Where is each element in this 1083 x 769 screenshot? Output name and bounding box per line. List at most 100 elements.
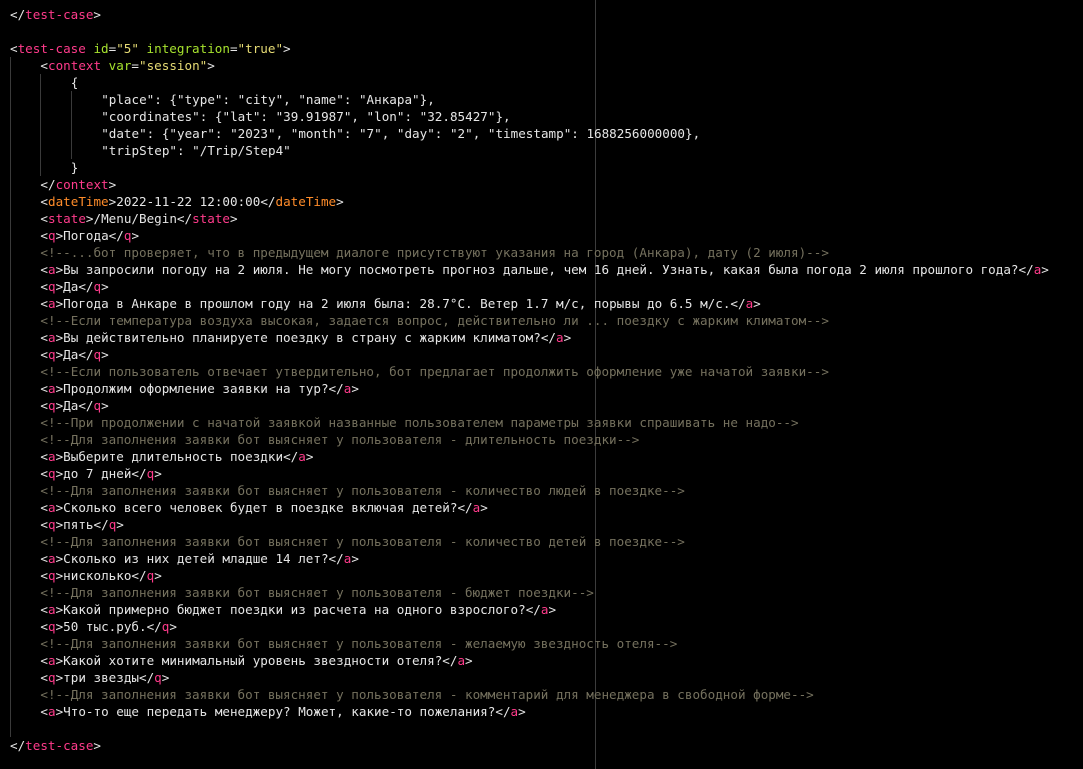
tag-name: a [47, 330, 56, 345]
indent-guide [10, 346, 11, 363]
tag-name: a [47, 704, 56, 719]
tag-name: test-case [25, 7, 94, 22]
text-content: Да [63, 398, 79, 413]
indent-guide [10, 431, 11, 448]
code-line[interactable]: <!--Если пользователь отвечает утвердите… [0, 363, 1083, 380]
indent-guide [10, 363, 11, 380]
line-code: <q>Да</q> [40, 278, 108, 295]
code-line[interactable]: { [0, 74, 1083, 91]
code-line[interactable]: <a > Погода в Анкаре в прошлом году на 2 и… [0, 295, 1083, 312]
code-line[interactable]: <!--Для заполнения заявки бот выясняет у… [0, 584, 1083, 601]
code-punctuation: > [230, 211, 238, 226]
code-line[interactable]: </test-case> [0, 737, 1083, 754]
code-line[interactable]: <!--...бот проверяет, что в предыдущем д… [0, 244, 1083, 261]
indent-guide [40, 125, 42, 142]
code-line[interactable]: <q>нисколько</q> [0, 567, 1083, 584]
line-code: <a > Сколько всего человек будет в поездке… [40, 499, 487, 516]
line-code: <!--Для заполнения заявки бот выясняет у… [40, 584, 594, 601]
code-punctuation: < [10, 41, 18, 56]
code-punctuation: </ [176, 211, 193, 226]
code-line[interactable]: <a>Что-то еще передать менеджеру? Может,… [0, 703, 1083, 720]
code-punctuation: < [40, 296, 48, 311]
text-content: Да [63, 347, 79, 362]
indent-guide [10, 567, 11, 584]
code-line[interactable]: <!--При продолжении с начатой заявкой на… [0, 414, 1083, 431]
code-line[interactable]: <a > Продолжим оформление заявки на тур?</… [0, 380, 1083, 397]
code-line[interactable]: <a>Какой хотите минимальный уровень звез… [0, 652, 1083, 669]
code-punctuation: </ [540, 330, 557, 345]
code-line[interactable]: </context> [0, 176, 1083, 193]
indent-guide [10, 261, 11, 278]
element-name: dateTime [275, 194, 337, 209]
tag-name: q [154, 670, 162, 685]
line-code: "coordinates": {"lat": "39.91987", "lon"… [101, 108, 510, 125]
code-line[interactable]: "place": {"type": "city", "name": "Анкар… [0, 91, 1083, 108]
code-line[interactable]: "date": {"year": "2023", "month": "7", "… [0, 125, 1083, 142]
code-line[interactable]: <!--Для заполнения заявки бот выясняет у… [0, 533, 1083, 550]
code-line[interactable]: <!--Для заполнения заявки бот выясняет у… [0, 482, 1083, 499]
tag-name: q [47, 279, 56, 294]
indent-guide [10, 618, 11, 635]
tag-name: a [47, 381, 56, 396]
code-punctuation: < [40, 330, 48, 345]
indent-guide [10, 244, 11, 261]
text-content: три звезды [63, 670, 139, 685]
code-line[interactable]: <a > Вы запросили погоду на 2 июля. Не мог… [0, 261, 1083, 278]
code-line[interactable]: <a > Какой примерно бюджет поездки из расч… [0, 601, 1083, 618]
code-line[interactable]: <a > Сколько всего человек будет в поездке… [0, 499, 1083, 516]
code-punctuation: </ [457, 500, 473, 515]
code-line[interactable]: <dateTime>2022-11-22 12:00:00</dateTime> [0, 193, 1083, 210]
text-content: { [70, 75, 79, 90]
code-punctuation: < [40, 211, 48, 226]
text-content: до 7 дней [63, 466, 132, 481]
code-line[interactable]: } [0, 159, 1083, 176]
code-line[interactable]: <q>Погода</q> [0, 227, 1083, 244]
xml-comment: <!--Если пользователь отвечает утвердите… [40, 364, 829, 379]
code-line[interactable]: <test-case id="5" integration="true"> [0, 40, 1083, 57]
code-line[interactable]: "tripStep": "/Trip/Step4" [0, 142, 1083, 159]
code-line[interactable]: <context var="session"> [0, 57, 1083, 74]
line-code: <a>Какой хотите минимальный уровень звез… [40, 652, 472, 669]
tag-name: a [510, 704, 519, 719]
code-editor[interactable]: </test-case> <test-case id="5" integratio… [0, 0, 1083, 769]
code-punctuation: > [351, 551, 359, 566]
code-line[interactable]: <!--Для заполнения заявки бот выясняет у… [0, 431, 1083, 448]
tag-name: q [47, 670, 56, 685]
code-lines[interactable]: </test-case> <test-case id="5" integratio… [0, 6, 1083, 754]
text-content [101, 58, 109, 73]
code-line[interactable]: <q>Да</q> [0, 346, 1083, 363]
code-line[interactable]: <a>Выберите длительность поездки</a> [0, 448, 1083, 465]
indent-guide [40, 142, 42, 159]
code-line[interactable]: <a>Вы действительно планируете поездку в… [0, 329, 1083, 346]
indent-guide [40, 108, 42, 125]
indent-guide [10, 482, 11, 499]
indent-guide [10, 193, 11, 210]
code-line[interactable]: <q>50 тыс.руб.</q> [0, 618, 1083, 635]
code-line[interactable]: <!--Если температура воздуха высокая, за… [0, 312, 1083, 329]
code-line[interactable]: <state>/Menu/Begin</state> [0, 210, 1083, 227]
code-punctuation: < [40, 381, 48, 396]
tag-name: q [47, 466, 56, 481]
xml-comment: <!--Для заполнения заявки бот выясняет у… [40, 687, 814, 702]
code-line[interactable]: <q>три звезды</q> [0, 669, 1083, 686]
code-line[interactable]: <a > Сколько из них детей младше 14 лет?</… [0, 550, 1083, 567]
tag-name: q [47, 517, 56, 532]
code-line[interactable]: "coordinates": {"lat": "39.91987", "lon"… [0, 108, 1083, 125]
code-line[interactable]: <q>Да</q> [0, 278, 1083, 295]
code-punctuation: </ [78, 398, 94, 413]
code-line[interactable] [0, 720, 1083, 737]
code-line[interactable]: <!--Для заполнения заявки бот выясняет у… [0, 686, 1083, 703]
code-line[interactable]: <q>до 7 дней</q> [0, 465, 1083, 482]
code-line[interactable]: <!--Для заполнения заявки бот выясняет у… [0, 635, 1083, 652]
line-code: </context> [40, 176, 116, 193]
tag-name: a [556, 330, 564, 345]
code-line[interactable]: <q>Да</q> [0, 397, 1083, 414]
code-line[interactable]: </test-case> [0, 6, 1083, 23]
code-line[interactable]: <q>пять</q> [0, 516, 1083, 533]
line-code: } [71, 159, 79, 176]
line-code: <a > Сколько из них детей младше 14 лет?</… [40, 550, 359, 567]
code-punctuation: > [465, 653, 473, 668]
code-punctuation: </ [260, 194, 276, 209]
code-line[interactable] [0, 23, 1083, 40]
code-punctuation: > [154, 568, 162, 583]
